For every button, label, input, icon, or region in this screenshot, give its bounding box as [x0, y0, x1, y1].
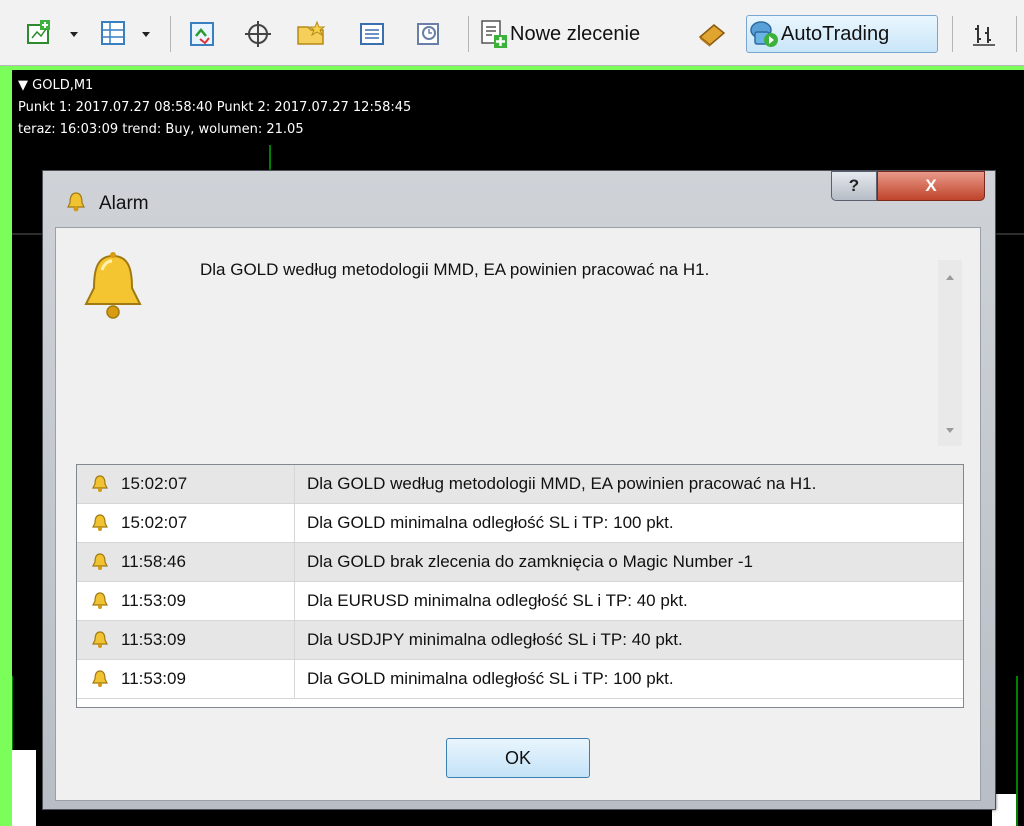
- time-cell: 15:02:07: [77, 504, 295, 542]
- crosshair-icon: [245, 21, 271, 47]
- alarm-history-list[interactable]: 15:02:07 Dla GOLD według metodologii MMD…: [76, 464, 964, 708]
- row-time: 11:53:09: [121, 669, 186, 688]
- terminal-button[interactable]: [352, 16, 392, 52]
- table-row[interactable]: 11:53:09 Dla USDJPY minimalna odległość …: [77, 621, 963, 660]
- chart-symbol: ▼ GOLD,M1: [18, 78, 93, 93]
- ok-button[interactable]: OK: [446, 738, 590, 778]
- new-order-icon: [481, 20, 507, 48]
- bell-large-icon: [84, 252, 142, 319]
- bell-icon: [92, 670, 108, 687]
- navigator-icon: [297, 20, 326, 45]
- navigator-button[interactable]: [292, 16, 332, 52]
- bell-icon: [92, 592, 108, 609]
- row-message: Dla GOLD brak zlecenia do zamknięcia o M…: [307, 552, 753, 571]
- time-cell: 11:53:09: [77, 582, 295, 620]
- row-time: 11:58:46: [121, 552, 186, 571]
- bell-icon: [92, 475, 108, 492]
- toolbar-separator: [170, 16, 171, 52]
- bell-icon: [67, 192, 85, 212]
- row-time: 15:02:07: [121, 474, 188, 493]
- close-button[interactable]: X: [877, 171, 985, 201]
- autotrading-icon: [750, 21, 778, 47]
- time-cell: 11:53:09: [77, 621, 295, 659]
- row-time: 11:53:09: [121, 630, 186, 649]
- table-row[interactable]: 15:02:07 Dla GOLD według metodologii MMD…: [77, 465, 963, 504]
- row-message: Dla GOLD minimalna odległość SL i TP: 10…: [307, 513, 674, 532]
- chart-collapse-icon[interactable]: ▼: [18, 78, 28, 93]
- help-button[interactable]: ?: [831, 171, 877, 201]
- new-chart-button[interactable]: [22, 16, 88, 52]
- row-message: Dla EURUSD minimalna odległość SL i TP: …: [307, 591, 688, 610]
- strategy-tester-icon: [417, 23, 439, 45]
- autotrading-button[interactable]: AutoTrading: [746, 15, 938, 53]
- chart-points-info: Punkt 1: 2017.07.27 08:58:40 Punkt 2: 20…: [18, 100, 412, 115]
- bell-icon: [92, 631, 108, 648]
- alarm-dialog: Alarm ? X Dla GOLD według metodologii MM…: [42, 170, 996, 810]
- dialog-title: Alarm: [99, 193, 149, 214]
- new-order-label: Nowe zlecenie: [510, 22, 641, 45]
- table-row[interactable]: 11:53:09 Dla GOLD minimalna odległość SL…: [77, 660, 963, 699]
- row-message: Dla GOLD minimalna odległość SL i TP: 10…: [307, 669, 674, 688]
- row-time: 11:53:09: [121, 591, 186, 610]
- crosshair-button[interactable]: [238, 16, 278, 52]
- help-label: ?: [848, 176, 860, 195]
- terminal-icon: [360, 23, 384, 45]
- time-cell: 15:02:07: [77, 465, 295, 503]
- toolbar: Nowe zlecenie AutoTrading: [0, 0, 1024, 66]
- row-time: 15:02:07: [121, 513, 188, 532]
- alarm-message: Dla GOLD według metodologii MMD, EA powi…: [200, 260, 710, 279]
- profiles-button[interactable]: [94, 16, 160, 52]
- scroll-arrows-icon: [946, 275, 954, 433]
- table-row[interactable]: 11:53:09 Dla EURUSD minimalna odległość …: [77, 582, 963, 621]
- table-row[interactable]: 15:02:07 Dla GOLD minimalna odległość SL…: [77, 504, 963, 543]
- new-chart-icon: [27, 20, 78, 44]
- new-order-button[interactable]: Nowe zlecenie: [478, 16, 688, 52]
- time-cell: 11:53:09: [77, 660, 295, 698]
- profiles-icon: [101, 21, 150, 45]
- market-watch-button[interactable]: [182, 16, 222, 52]
- chart-candle: [12, 750, 36, 826]
- table-row[interactable]: 11:58:46 Dla GOLD brak zlecenia do zamkn…: [77, 543, 963, 582]
- bar-chart-icon: [973, 25, 995, 46]
- message-scrollbar[interactable]: [938, 260, 962, 446]
- metaeditor-icon: [698, 24, 726, 47]
- ok-label: OK: [504, 747, 531, 768]
- time-cell: 11:58:46: [77, 543, 295, 581]
- autotrading-label: AutoTrading: [781, 22, 890, 45]
- toolbar-separator: [468, 16, 469, 52]
- dialog-client: Dla GOLD według metodologii MMD, EA powi…: [55, 227, 981, 801]
- metaeditor-button[interactable]: [692, 16, 732, 52]
- market-watch-icon: [190, 22, 214, 46]
- toolbar-separator: [1016, 16, 1017, 52]
- strategy-tester-button[interactable]: [408, 16, 448, 52]
- bell-icon: [92, 553, 108, 570]
- chart-symbol-label: GOLD,M1: [32, 78, 94, 93]
- close-label: X: [925, 176, 937, 195]
- bar-chart-button[interactable]: [964, 16, 1004, 52]
- row-message: Dla GOLD według metodologii MMD, EA powi…: [307, 474, 817, 493]
- row-message: Dla USDJPY minimalna odległość SL i TP: …: [307, 630, 683, 649]
- chart-trend-info: teraz: 16:03:09 trend: Buy, wolumen: 21.…: [18, 122, 304, 137]
- toolbar-separator: [952, 16, 953, 52]
- bell-icon: [92, 514, 108, 531]
